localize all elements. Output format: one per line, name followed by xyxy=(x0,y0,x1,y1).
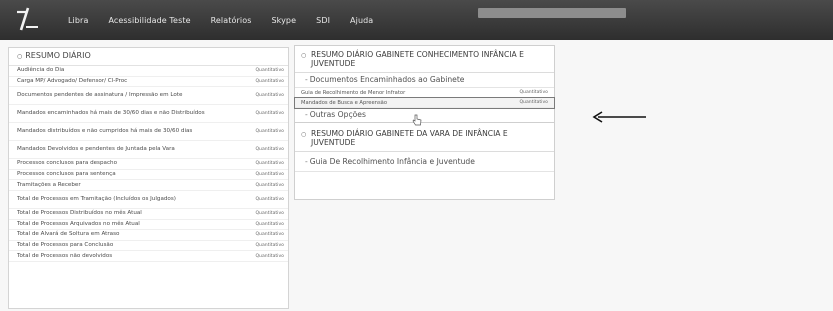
list-item[interactable]: Mandados Devolvidos e pendentes de Junta… xyxy=(9,141,288,160)
user-info-redacted[interactable] xyxy=(478,8,626,18)
outras-opcoes-link[interactable]: - Outras Opções xyxy=(295,108,554,123)
item-qty: Quantitativo xyxy=(255,129,284,135)
item-qty: Quantitativo xyxy=(255,161,284,167)
menu-item-ajuda[interactable]: Ajuda xyxy=(340,16,383,25)
item-qty: Quantitativo xyxy=(255,221,284,227)
dash-icon: - xyxy=(305,75,308,84)
circle-icon: ○ xyxy=(301,52,307,59)
left-arrow-icon xyxy=(592,111,646,123)
item-label: Total de Processos em Tramitação (Incluí… xyxy=(17,195,176,202)
item-qty: Quantitativo xyxy=(255,253,284,259)
panel-title: RESUMO DIÁRIO xyxy=(25,51,91,60)
top-navigation-bar: Libra Acessibilidade Teste Relatórios Sk… xyxy=(0,0,833,40)
list-item[interactable]: Processos conclusos para despacho Quantit… xyxy=(9,159,288,170)
documentos-encaminhados-link[interactable]: - Documentos Encaminhados ao Gabinete xyxy=(295,73,554,88)
item-qty: Quantitativo xyxy=(255,93,284,99)
item-qty: Quantitativo xyxy=(255,232,284,238)
list-item-mandados-busca[interactable]: Mandados de Busca e Apreensão Quantitati… xyxy=(294,97,555,109)
main-menu: Libra Acessibilidade Teste Relatórios Sk… xyxy=(58,0,383,40)
guia-label: Guia De Recolhimento Infância e Juventud… xyxy=(309,157,475,166)
list-item[interactable]: Total de Processos Arquivados no mês Atu… xyxy=(9,220,288,231)
item-label: Guia de Recolhimento de Menor Infrator xyxy=(301,89,406,96)
slash-logo-icon[interactable] xyxy=(14,5,42,33)
item-label: Processos conclusos para sentença xyxy=(17,171,116,178)
section-gabinete-conhecimento: ○ RESUMO DIÁRIO GABINETE CONHECIMENTO IN… xyxy=(295,46,554,73)
item-qty: Quantitativo xyxy=(519,90,548,95)
circle-icon: ○ xyxy=(301,131,307,138)
resumo-list: Audiência do Dia Quantitativo Carga MP/ Ad… xyxy=(9,66,288,262)
section-gabinete-vara: ○ RESUMO DIÁRIO GABINETE DA VARA DE INFÂ… xyxy=(295,125,554,152)
item-label: Mandados Devolvidos e pendentes de Junta… xyxy=(17,146,175,153)
item-label: Tramitações a Receber xyxy=(17,181,81,188)
list-item[interactable]: Total de Processos Distribuídos no mês A… xyxy=(9,209,288,220)
list-item[interactable]: Carga MP/ Advogado/ Defensor/ Cl-Proc Qua… xyxy=(9,77,288,88)
list-item[interactable]: Total de Processos em Tramitação (Incluí… xyxy=(9,191,288,209)
panel-header: ○ RESUMO DIÁRIO xyxy=(9,48,288,66)
item-label: Mandados de Busca e Apreensão xyxy=(301,99,388,106)
list-item[interactable]: Mandados distribuídos e não cumpridos há… xyxy=(9,123,288,142)
menu-item-sdi[interactable]: SDI xyxy=(306,16,340,25)
item-qty: Quantitativo xyxy=(519,100,548,105)
item-label: Documentos pendentes de assinatura / Imp… xyxy=(17,92,183,99)
list-item-guia-recolhimento[interactable]: Guia de Recolhimento de Menor Infrator Q… xyxy=(295,88,554,98)
hand-cursor-icon xyxy=(412,114,422,126)
item-label: Total de Processos Distribuídos no mês A… xyxy=(17,210,142,217)
item-label: Total de Processos Arquivados no mês Atu… xyxy=(17,220,140,227)
item-qty: Quantitativo xyxy=(255,68,284,74)
item-label: Mandados distribuídos e não cumpridos há… xyxy=(17,128,193,135)
item-label: Total de Processos para Conclusão xyxy=(17,242,114,249)
dash-icon: - xyxy=(305,110,308,119)
item-qty: Quantitativo xyxy=(255,172,284,178)
list-item[interactable]: Processos conclusos para sentença Quantit… xyxy=(9,170,288,181)
list-item[interactable]: Documentos pendentes de assinatura / Imp… xyxy=(9,87,288,106)
documentos-label: Documentos Encaminhados ao Gabinete xyxy=(309,75,465,84)
item-qty: Quantitativo xyxy=(255,243,284,249)
item-qty: Quantitativo xyxy=(255,147,284,153)
list-item[interactable]: Total de Alvará de Soltura em Atraso Quan… xyxy=(9,230,288,241)
list-item[interactable]: Mandados encaminhados há mais de 30/60 d… xyxy=(9,105,288,124)
menu-item-relatorios[interactable]: Relatórios xyxy=(201,16,262,25)
list-item[interactable]: Total de Processos para Conclusão Quantit… xyxy=(9,241,288,252)
section-title: RESUMO DIÁRIO GABINETE DA VARA DE INFÂNC… xyxy=(311,129,508,147)
list-item[interactable]: Tramitações a Receber Quantitativo xyxy=(9,180,288,191)
gabinete-panel: ○ RESUMO DIÁRIO GABINETE CONHECIMENTO IN… xyxy=(294,45,555,200)
item-label: Total de Alvará de Soltura em Atraso xyxy=(17,231,120,238)
list-item[interactable]: Total de Processos não devolvidos Quantit… xyxy=(9,251,288,262)
item-label: Mandados encaminhados há mais de 30/60 d… xyxy=(17,110,205,117)
item-label: Carga MP/ Advogado/ Defensor/ Cl-Proc xyxy=(17,77,128,84)
guia-recolhimento-link[interactable]: - Guia De Recolhimento Infância e Juventu… xyxy=(295,152,554,172)
item-qty: Quantitativo xyxy=(255,111,284,117)
menu-item-libra[interactable]: Libra xyxy=(58,16,98,25)
menu-item-skype[interactable]: Skype xyxy=(261,16,306,25)
item-qty: Quantitativo xyxy=(255,196,284,202)
item-label: Total de Processos não devolvidos xyxy=(17,252,113,259)
resumo-diario-panel: ○ RESUMO DIÁRIO Audiência do Dia Quantitat… xyxy=(8,47,289,309)
item-qty: Quantitativo xyxy=(255,211,284,217)
list-item[interactable]: Audiência do Dia Quantitativo xyxy=(9,66,288,77)
item-qty: Quantitativo xyxy=(255,182,284,188)
menu-item-acessibilidade[interactable]: Acessibilidade Teste xyxy=(98,16,200,25)
item-label: Audiência do Dia xyxy=(17,67,65,74)
item-qty: Quantitativo xyxy=(255,78,284,84)
outras-label: Outras Opções xyxy=(309,110,366,119)
circle-icon: ○ xyxy=(17,53,23,60)
dash-icon: - xyxy=(305,157,308,166)
section-title: RESUMO DIÁRIO GABINETE CONHECIMENTO INFÂ… xyxy=(311,50,524,68)
item-label: Processos conclusos para despacho xyxy=(17,160,117,167)
